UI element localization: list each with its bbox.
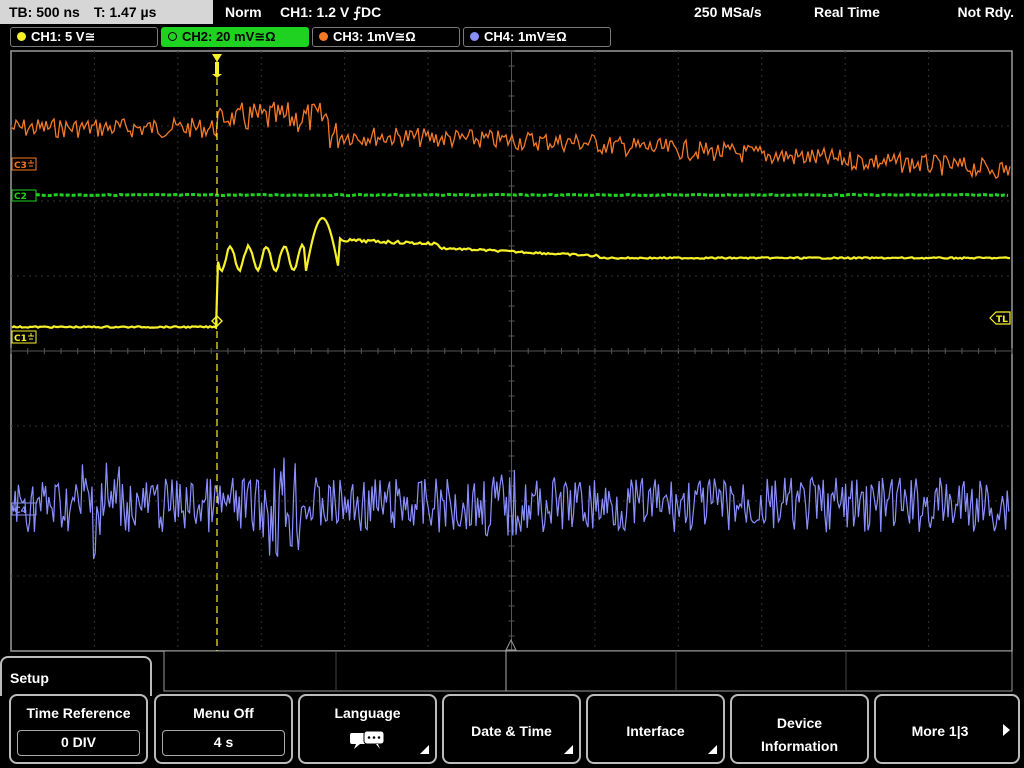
svg-text:C2: C2 xyxy=(14,192,27,202)
interface-label: Interface xyxy=(626,723,685,739)
svg-text:C4: C4 xyxy=(14,506,27,516)
language-label: Language xyxy=(334,705,401,721)
ch2-waveform xyxy=(11,192,1009,198)
menu-title: Setup xyxy=(10,670,49,686)
softkey-bar: Time Reference 0 DIV Menu Off 4 s Langua… xyxy=(0,694,1024,768)
ch1-ground-marker[interactable]: C1 xyxy=(11,330,37,344)
device-information-button[interactable]: Device Information xyxy=(730,694,869,764)
device-info-label-1: Device xyxy=(776,715,823,731)
time-reference-value: 0 DIV xyxy=(17,730,140,756)
menu-off-label: Menu Off xyxy=(193,705,254,721)
submenu-indicator-icon xyxy=(564,745,573,754)
language-button[interactable]: Language xyxy=(298,694,437,764)
submenu-indicator-icon xyxy=(708,745,717,754)
date-time-button[interactable]: Date & Time xyxy=(442,694,581,764)
ch2-ground-marker[interactable]: C2 xyxy=(11,189,37,202)
ch3-ground-marker[interactable]: C3 xyxy=(11,157,37,171)
more-label: More 1|3 xyxy=(911,723,969,739)
svg-text:TL: TL xyxy=(996,315,1008,325)
menu-off-value: 4 s xyxy=(162,730,285,756)
menu-title-tab: Setup xyxy=(0,656,152,696)
menu-off-button[interactable]: Menu Off 4 s xyxy=(154,694,293,764)
submenu-indicator-icon xyxy=(420,745,429,754)
more-button[interactable]: More 1|3 xyxy=(874,694,1020,764)
time-reference-button[interactable]: Time Reference 0 DIV xyxy=(9,694,148,764)
next-page-icon xyxy=(1003,724,1010,736)
time-reference-label: Time Reference xyxy=(26,705,131,721)
date-time-label: Date & Time xyxy=(471,723,552,739)
zoom-area xyxy=(163,650,1013,692)
interface-button[interactable]: Interface xyxy=(586,694,725,764)
svg-text:C1: C1 xyxy=(14,334,27,344)
device-info-label-2: Information xyxy=(761,738,838,754)
waveform-display[interactable]: C3 C2 C1 C4 TL xyxy=(0,0,1024,694)
svg-text:C3: C3 xyxy=(14,161,27,171)
speech-bubble-icon xyxy=(349,730,384,749)
